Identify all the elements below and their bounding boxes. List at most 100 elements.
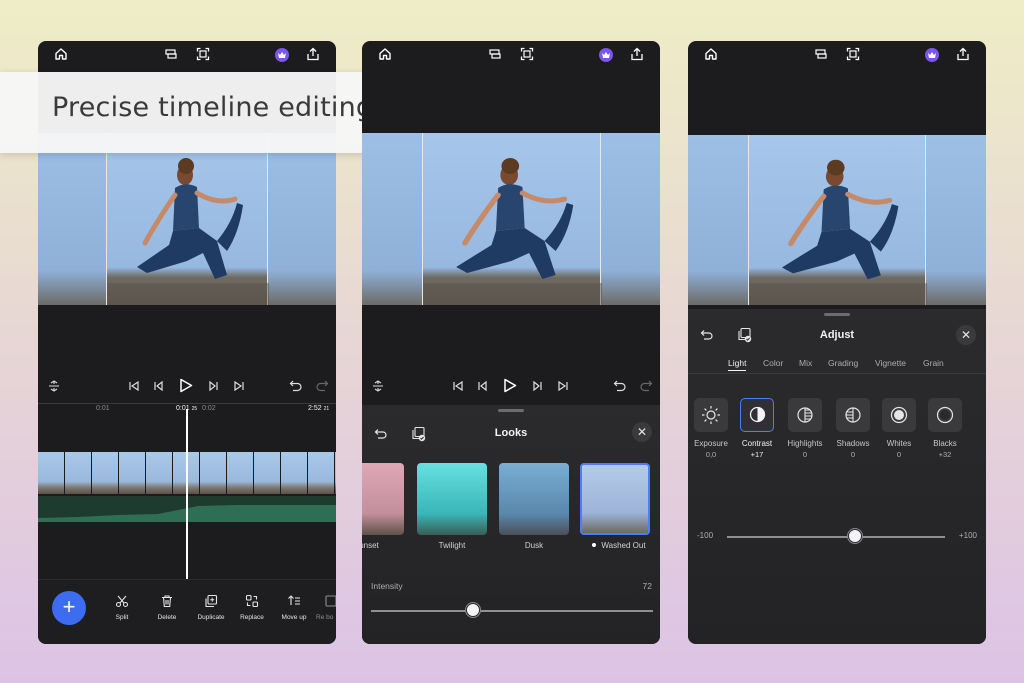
preview-blur-right xyxy=(601,133,660,305)
intensity-slider-knob[interactable] xyxy=(465,603,480,617)
adjust-contrast[interactable]: Contrast +17 xyxy=(740,398,774,459)
tab-light[interactable]: Light xyxy=(728,358,747,371)
home-icon[interactable] xyxy=(378,47,392,61)
home-icon[interactable] xyxy=(54,47,68,61)
share-icon[interactable] xyxy=(630,47,644,61)
next-frame-icon[interactable] xyxy=(532,380,544,392)
preview-blur-right xyxy=(268,133,336,305)
redo-icon[interactable] xyxy=(315,379,329,392)
share-icon[interactable] xyxy=(306,47,320,61)
selected-dot xyxy=(592,543,597,547)
close-button[interactable]: ✕ xyxy=(632,422,652,442)
clip-thumbnail xyxy=(200,452,227,494)
playhead[interactable] xyxy=(186,409,188,581)
clip-thumbnail xyxy=(227,452,254,494)
yoga-photo xyxy=(749,159,927,305)
aspect-ratio-icon[interactable] xyxy=(814,47,828,61)
move-up-button[interactable]: Move up xyxy=(274,594,314,621)
add-media-button[interactable]: + xyxy=(52,591,86,625)
premium-crown-icon[interactable] xyxy=(599,48,613,62)
tab-grain[interactable]: Grain xyxy=(923,358,944,368)
sheet-handle[interactable] xyxy=(498,409,524,412)
ruler-end-time: 2:52 21 xyxy=(308,405,329,412)
adjust-shadows[interactable]: Shadows 0 xyxy=(836,398,870,459)
preview-blur-right xyxy=(926,135,986,305)
skip-start-icon[interactable] xyxy=(452,380,464,392)
home-icon[interactable] xyxy=(704,47,718,61)
contrast-slider-track[interactable] xyxy=(727,536,945,538)
look-label-unset: unset xyxy=(362,541,379,550)
video-preview[interactable] xyxy=(362,133,660,305)
playback-controls xyxy=(38,376,336,396)
adjust-whites[interactable]: Whites 0 xyxy=(882,398,916,459)
adjust-highlights[interactable]: Highlights 0 xyxy=(787,398,823,459)
scissors-icon xyxy=(115,595,129,608)
tab-grading[interactable]: Grading xyxy=(828,358,858,368)
undo-icon[interactable] xyxy=(613,379,627,392)
video-preview[interactable] xyxy=(38,133,336,305)
duplicate-button[interactable]: Duplicate xyxy=(191,594,231,621)
premium-crown-icon[interactable] xyxy=(925,48,939,62)
fit-frame-icon[interactable] xyxy=(846,47,860,61)
look-thumb-twilight xyxy=(417,463,487,535)
blacks-icon-box xyxy=(928,398,962,432)
adjust-blacks[interactable]: Blacks +32 xyxy=(928,398,962,459)
contrast-value: +17 xyxy=(750,450,764,459)
aspect-ratio-icon[interactable] xyxy=(488,47,502,61)
sheet-title: Looks xyxy=(494,427,528,439)
tab-vignette[interactable]: Vignette xyxy=(875,358,906,368)
next-frame-icon[interactable] xyxy=(208,380,220,392)
slider-max-label: +100 xyxy=(958,531,977,540)
video-preview[interactable] xyxy=(688,135,986,305)
aspect-ratio-icon[interactable] xyxy=(164,47,178,61)
duplicate-icon xyxy=(205,594,218,608)
looks-sheet: Looks ✕ unset Twilight Dusk Washed Out I… xyxy=(362,405,660,644)
tab-color[interactable]: Color xyxy=(763,358,783,368)
fit-frame-icon[interactable] xyxy=(520,47,534,61)
look-twilight[interactable] xyxy=(417,463,487,535)
prev-frame-icon[interactable] xyxy=(152,380,164,392)
skip-end-icon[interactable] xyxy=(557,380,569,392)
play-icon[interactable] xyxy=(503,378,517,393)
shadows-value: 0 xyxy=(850,450,856,459)
clip-thumbnail xyxy=(146,452,173,494)
whites-value: 0 xyxy=(896,450,902,459)
look-unset[interactable] xyxy=(362,463,404,535)
look-dusk[interactable] xyxy=(499,463,569,535)
preview-blur-left xyxy=(688,135,748,305)
split-button[interactable]: Split xyxy=(102,594,142,621)
tab-mix[interactable]: Mix xyxy=(799,358,812,368)
close-button[interactable]: ✕ xyxy=(956,325,976,345)
delete-button[interactable]: Delete xyxy=(147,594,187,621)
skip-start-icon[interactable] xyxy=(128,380,140,392)
prev-frame-icon[interactable] xyxy=(476,380,488,392)
undo-icon[interactable] xyxy=(289,379,303,392)
play-icon[interactable] xyxy=(179,378,193,393)
intensity-label: Intensity xyxy=(371,581,403,591)
replace-button[interactable]: Replace xyxy=(232,594,272,621)
sheet-title: Adjust xyxy=(819,329,855,341)
whites-icon-box xyxy=(882,398,916,432)
look-washed-out[interactable] xyxy=(580,463,650,535)
skip-end-icon[interactable] xyxy=(233,380,245,392)
share-icon[interactable] xyxy=(956,47,970,61)
highlights-value: 0 xyxy=(802,450,808,459)
remove-background-icon xyxy=(325,595,336,607)
partial-tool-button[interactable]: Re bo xyxy=(316,594,336,621)
clip-thumbnail xyxy=(335,452,336,494)
washed-out-name: Washed Out xyxy=(601,541,646,550)
playback-controls xyxy=(362,376,660,396)
fit-frame-icon[interactable] xyxy=(196,47,210,61)
highlights-icon xyxy=(797,407,813,423)
redo-icon[interactable] xyxy=(639,379,653,392)
replace-label: Replace xyxy=(240,614,264,621)
expand-timeline-icon[interactable] xyxy=(372,380,384,392)
contrast-slider-knob[interactable] xyxy=(847,529,862,543)
adjust-exposure[interactable]: Exposure 0,0 xyxy=(694,398,728,459)
caption-text: Precise timeline editing xyxy=(52,92,374,123)
intensity-slider-track[interactable] xyxy=(371,610,653,612)
end-time-frame: 21 xyxy=(323,406,330,412)
expand-timeline-icon[interactable] xyxy=(48,380,60,392)
sheet-handle[interactable] xyxy=(824,313,850,316)
premium-crown-icon[interactable] xyxy=(275,48,289,62)
